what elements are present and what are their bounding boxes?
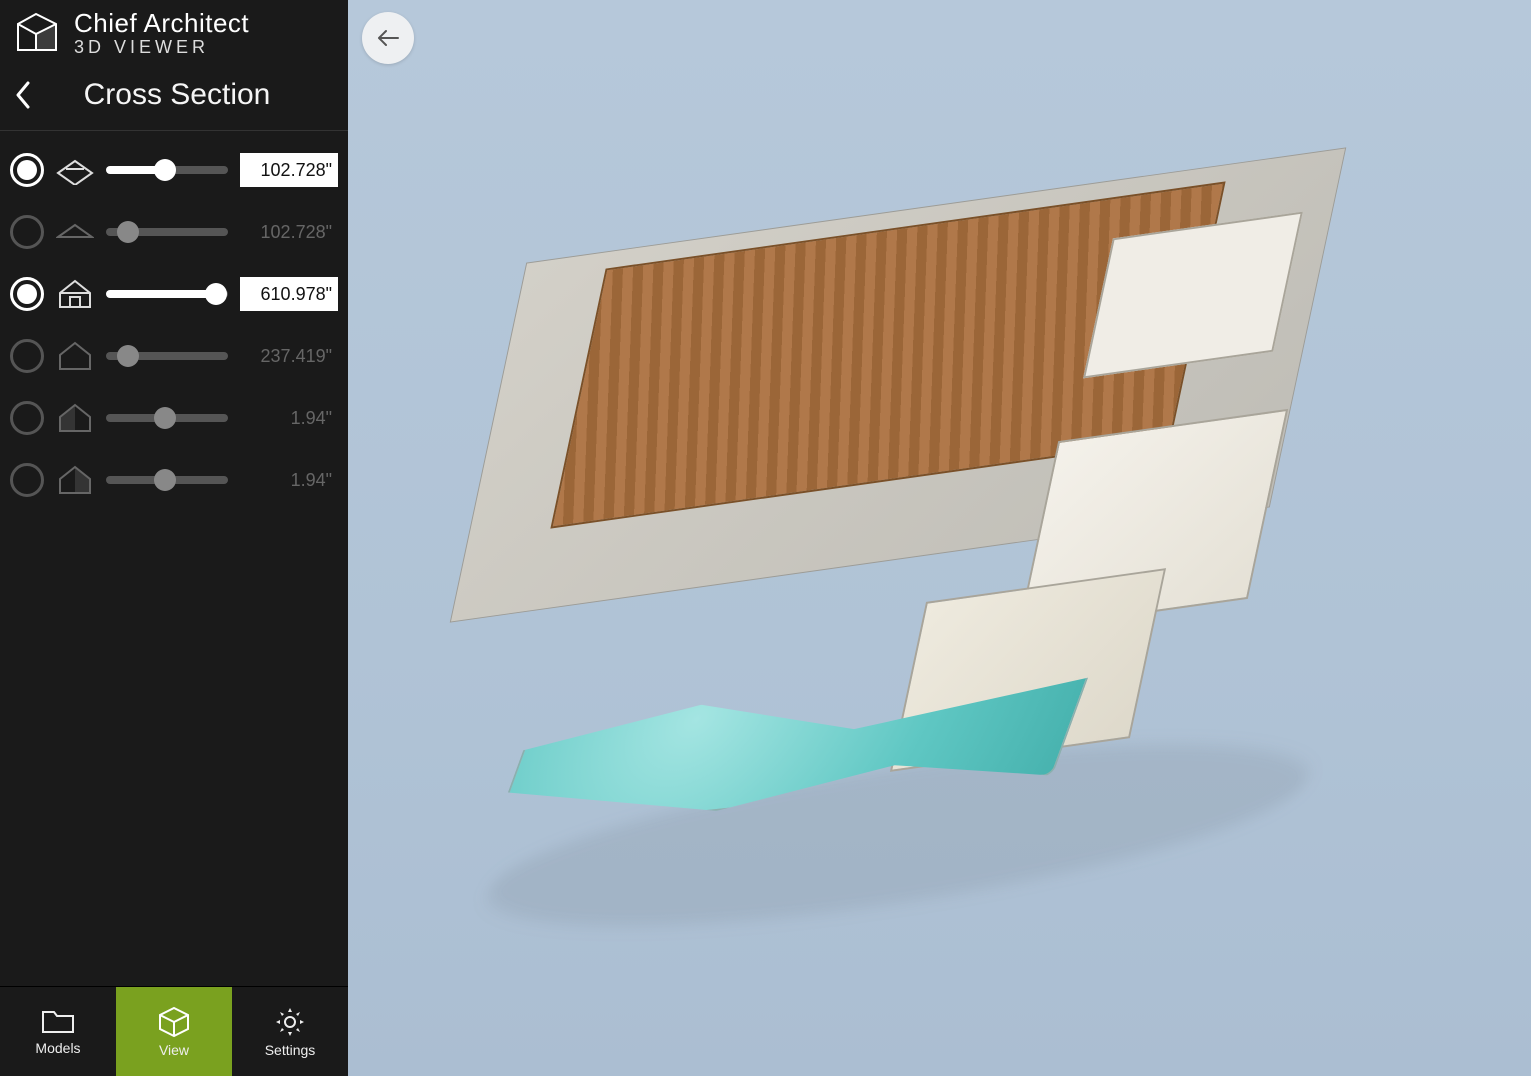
section-row: 237.419" <box>8 325 340 387</box>
section-value: 237.419" <box>240 346 338 367</box>
section-roof-top-icon <box>56 151 94 189</box>
section-slider[interactable] <box>106 166 228 174</box>
section-slider[interactable] <box>106 290 228 298</box>
folder-icon <box>41 1008 75 1036</box>
nav-label: View <box>159 1042 189 1058</box>
section-slider[interactable] <box>106 352 228 360</box>
section-radio[interactable] <box>10 215 44 249</box>
section-radio[interactable] <box>10 277 44 311</box>
house-model-render <box>398 165 1348 885</box>
app-logo: Chief Architect 3D VIEWER <box>0 0 348 60</box>
section-value: 1.94" <box>240 408 338 429</box>
section-row: 1.94" <box>8 449 340 511</box>
panel-header: Cross Section <box>0 60 348 131</box>
cross-section-list: 102.728" 102.728" 610.978" <box>0 131 348 519</box>
brand-title: Chief Architect <box>74 10 249 36</box>
viewport-back-button[interactable] <box>362 12 414 64</box>
logo-icon <box>14 10 60 56</box>
3d-viewport[interactable] <box>348 0 1531 1076</box>
chevron-left-icon <box>14 81 32 109</box>
back-button[interactable] <box>0 81 46 109</box>
nav-label: Models <box>35 1040 80 1056</box>
section-house-shaded-right-icon <box>56 461 94 499</box>
section-house-open-icon <box>56 275 94 313</box>
section-house-outline-icon <box>56 337 94 375</box>
section-value-input[interactable]: 102.728" <box>240 153 338 187</box>
section-roof-simple-icon <box>56 213 94 251</box>
sidebar: Chief Architect 3D VIEWER Cross Section … <box>0 0 348 1076</box>
section-radio[interactable] <box>10 401 44 435</box>
section-radio[interactable] <box>10 463 44 497</box>
section-slider[interactable] <box>106 228 228 236</box>
nav-label: Settings <box>265 1042 316 1058</box>
section-radio[interactable] <box>10 153 44 187</box>
section-row: 102.728" <box>8 139 340 201</box>
section-slider[interactable] <box>106 476 228 484</box>
gear-icon <box>274 1006 306 1038</box>
section-value: 102.728" <box>240 222 338 243</box>
section-value-input[interactable]: 610.978" <box>240 277 338 311</box>
section-slider[interactable] <box>106 414 228 422</box>
section-row: 610.978" <box>8 263 340 325</box>
panel-title: Cross Section <box>46 78 338 112</box>
brand-subtitle: 3D VIEWER <box>74 38 249 56</box>
nav-settings[interactable]: Settings <box>232 987 348 1076</box>
section-row: 1.94" <box>8 387 340 449</box>
arrow-left-icon <box>376 28 400 48</box>
nav-models[interactable]: Models <box>0 987 116 1076</box>
bottom-nav: Models View Settings <box>0 986 348 1076</box>
section-row: 102.728" <box>8 201 340 263</box>
section-value: 1.94" <box>240 470 338 491</box>
section-house-shaded-left-icon <box>56 399 94 437</box>
cube-icon <box>158 1006 190 1038</box>
nav-view[interactable]: View <box>116 987 232 1076</box>
section-radio[interactable] <box>10 339 44 373</box>
